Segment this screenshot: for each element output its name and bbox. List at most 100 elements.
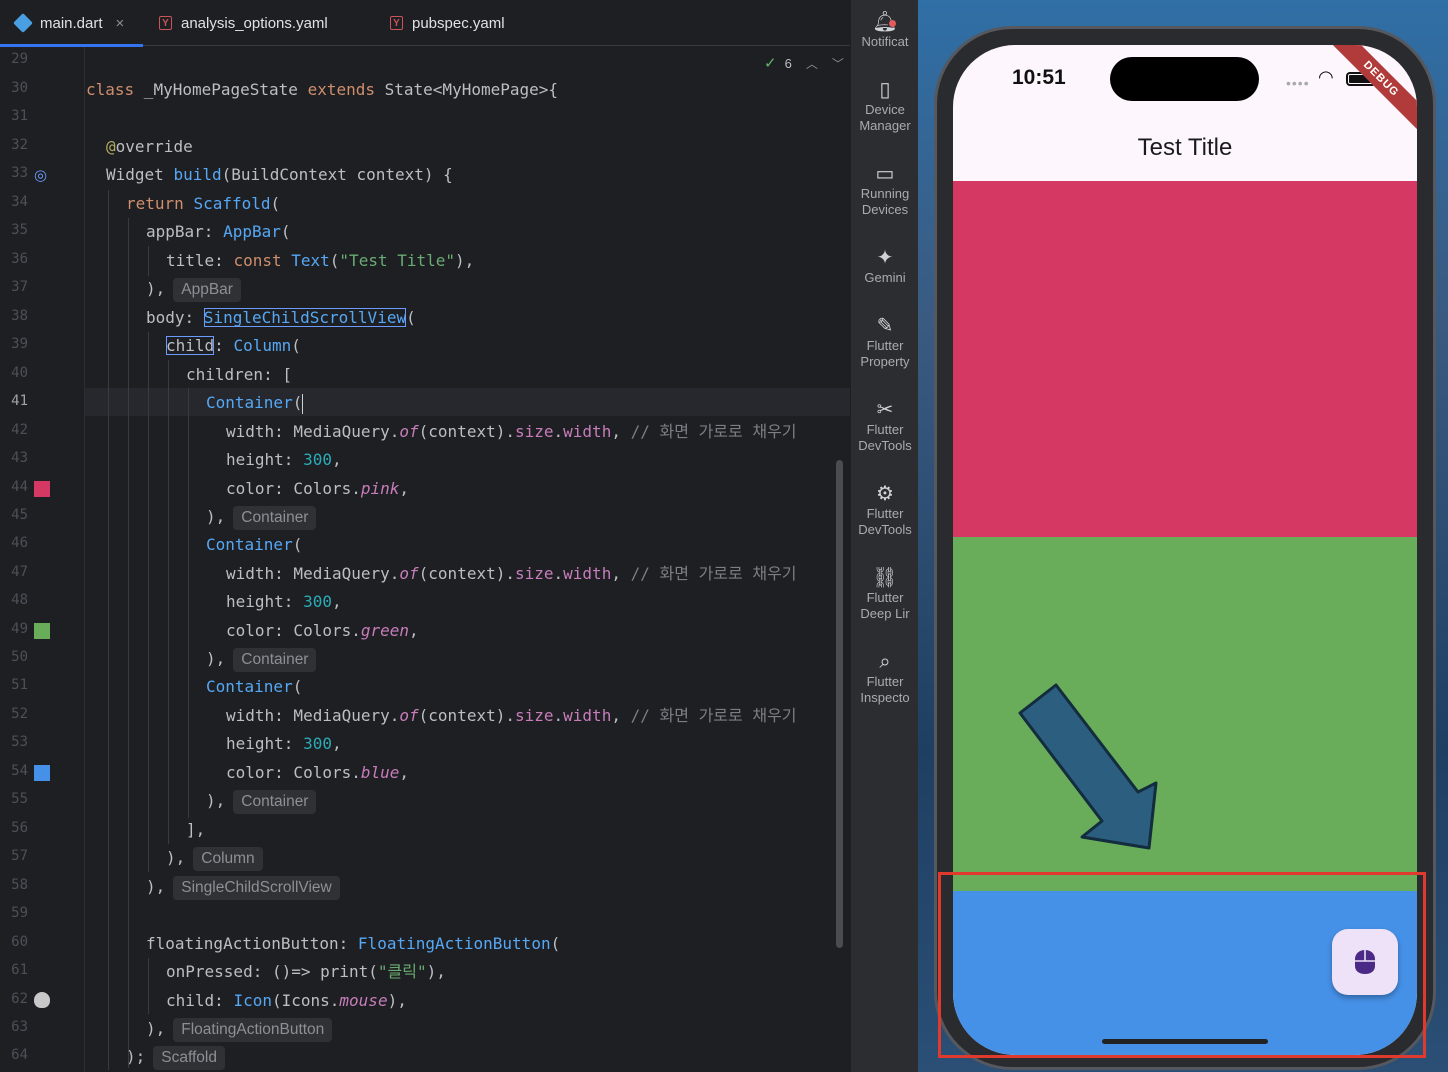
inlay-hint: Container (233, 647, 317, 672)
line-number: 55 (11, 791, 28, 807)
code-line-50: ), Container (206, 645, 317, 673)
chevron-down-icon[interactable]: ﹀ (832, 55, 844, 72)
code-line-41: Container( (206, 393, 304, 414)
gemini-icon: ✦ (876, 247, 894, 269)
devtools-2-icon: ⚙ (876, 483, 894, 505)
inlay-hint: Container (233, 789, 317, 814)
code-line-47: width: MediaQuery.of(context).size.width… (226, 564, 797, 583)
code-line-53: height: 300, (226, 734, 342, 753)
code-line-61: onPressed: ()=> print("클릭"), (166, 962, 446, 981)
line-number: 46 (11, 535, 28, 551)
tab-main-dart[interactable]: main.dart × (13, 0, 125, 47)
tool-notifications[interactable]: 🔔︎ Notificat (851, 10, 919, 50)
signal-icon: •••• (1286, 75, 1310, 91)
gutter-divider (84, 47, 85, 1072)
line-number: 34 (11, 194, 28, 210)
override-icon[interactable]: ◎ (34, 166, 50, 184)
tab-analysis-options[interactable]: Y analysis_options.yaml (159, 0, 328, 46)
code-line-49: color: Colors.green, (226, 621, 419, 640)
code-line-51: Container( (206, 677, 303, 696)
editor-tab-bar: main.dart × Y analysis_options.yaml Y pu… (0, 0, 850, 47)
line-number: 48 (11, 592, 28, 608)
annotation-arrow (1018, 683, 1158, 850)
tool-flutter-property[interactable]: ✎ Flutter Property (851, 314, 919, 370)
tab-label: main.dart (40, 14, 103, 32)
code-line-39: child: Column( (166, 336, 301, 355)
line-number: 64 (11, 1047, 28, 1063)
line-number: 61 (11, 962, 28, 978)
inlay-hint: Container (233, 505, 317, 530)
tab-pubspec[interactable]: Y pubspec.yaml (390, 0, 505, 46)
code-line-45: ), Container (206, 503, 317, 531)
line-number: 32 (11, 137, 28, 153)
devtools-icon: ✂ (876, 399, 894, 421)
blue-color-swatch[interactable] (34, 765, 50, 781)
yaml-file-icon: Y (390, 16, 403, 30)
code-line-36: title: const Text("Test Title"), (166, 251, 475, 270)
line-number: 35 (11, 222, 28, 238)
tab-label: pubspec.yaml (412, 14, 505, 32)
code-editor[interactable]: main.dart × Y analysis_options.yaml Y pu… (0, 0, 850, 1072)
line-number: 40 (11, 365, 28, 381)
code-line-63: ), FloatingActionButton (146, 1015, 333, 1043)
inlay-hint: Scaffold (153, 1045, 225, 1070)
line-number: 58 (11, 877, 28, 893)
code-line-34: return Scaffold( (126, 194, 281, 213)
simulator-window: 10:51 •••• ◠ DEBUG Test Title (918, 0, 1448, 1072)
inspector-icon: ⌕ (879, 651, 891, 673)
pencil-icon: ✎ (876, 315, 894, 337)
pink-container (953, 181, 1417, 537)
tool-gemini[interactable]: ✦ Gemini (851, 246, 919, 286)
code-line-32: @override (106, 137, 193, 156)
tool-flutter-devtools-2[interactable]: ⚙ Flutter DevTools (851, 482, 919, 538)
line-number: 37 (11, 279, 28, 295)
code-line-37: ), AppBar (146, 275, 241, 303)
close-icon[interactable]: × (116, 15, 125, 32)
green-color-swatch[interactable] (34, 623, 50, 639)
inspection-widget[interactable]: ✓ 6 ︿ ﹀ (764, 54, 844, 72)
inlay-hint: SingleChildScrollView (173, 875, 340, 900)
line-number: 54 (11, 763, 28, 779)
editor-scrollbar[interactable] (836, 460, 843, 948)
tool-device-manager[interactable]: ▯ Device Manager (851, 78, 919, 134)
tool-flutter-deep-links[interactable]: ⛓ Flutter Deep Lir (851, 566, 919, 622)
line-number: 30 (11, 80, 28, 96)
code-line-42: width: MediaQuery.of(context).size.width… (226, 422, 797, 441)
link-icon: ⛓ (872, 567, 898, 589)
tool-flutter-devtools[interactable]: ✂ Flutter DevTools (851, 398, 919, 454)
dynamic-island (1110, 57, 1259, 101)
chevron-up-icon[interactable]: ︿ (806, 55, 818, 72)
tool-flutter-inspector[interactable]: ⌕ Flutter Inspecto (851, 650, 919, 706)
inspection-count: 6 (784, 55, 792, 71)
line-number: 39 (11, 336, 28, 352)
code-line-30: class _MyHomePageState extends State<MyH… (86, 80, 559, 99)
code-line-46: Container( (206, 535, 303, 554)
line-number: 47 (11, 564, 28, 580)
line-number: 51 (11, 677, 28, 693)
tool-window-strip: 🔔︎ Notificat ▯ Device Manager ▭ Running … (850, 0, 918, 1072)
line-number: 36 (11, 251, 28, 267)
notification-dot (889, 20, 896, 27)
inlay-hint: AppBar (173, 277, 241, 302)
line-number: 44 (11, 479, 28, 495)
check-icon: ✓ (764, 55, 777, 72)
code-line-60: floatingActionButton: FloatingActionButt… (146, 934, 561, 953)
line-number: 63 (11, 1019, 28, 1035)
mouse-icon (34, 992, 50, 1008)
line-number: 33 (11, 165, 28, 181)
line-number-gutter: 29 30 31 32 33 34 35 36 37 38 39 40 41 42 43 44 45 46 47 48… (0, 47, 84, 1072)
inlay-hint: Column (193, 846, 263, 871)
line-number: 52 (11, 706, 28, 722)
code-line-44: color: Colors.pink, (226, 479, 410, 498)
line-number: 57 (11, 848, 28, 864)
line-number: 53 (11, 734, 28, 750)
code-line-43: height: 300, (226, 450, 342, 469)
tool-running-devices[interactable]: ▭ Running Devices (851, 162, 919, 218)
pink-color-swatch[interactable] (34, 481, 50, 497)
line-number: 31 (11, 108, 28, 124)
code-area[interactable]: class _MyHomePageState extends State<MyH… (86, 47, 850, 1072)
code-line-35: appBar: AppBar( (146, 222, 291, 241)
line-number: 56 (11, 820, 28, 836)
status-time: 10:51 (1012, 66, 1066, 89)
line-number: 50 (11, 649, 28, 665)
